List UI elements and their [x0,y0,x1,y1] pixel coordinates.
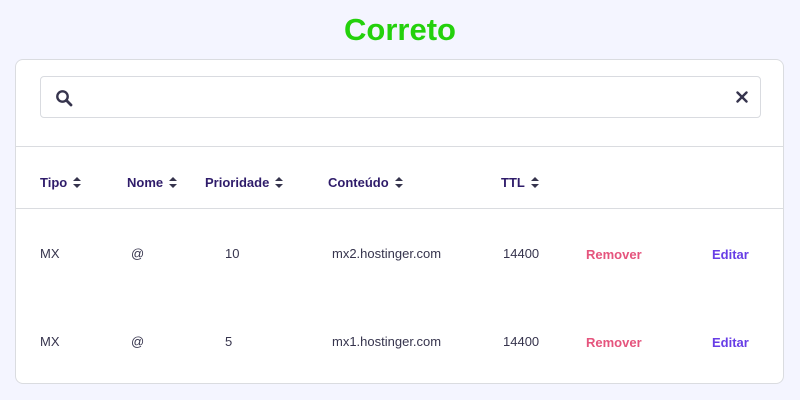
column-header-label: Tipo [40,175,68,190]
search-icon [56,90,73,107]
cell-content: mx1.hostinger.com [332,334,442,349]
cell-type: MX [40,334,60,349]
cell-type: MX [40,246,60,261]
sort-icon [530,177,539,188]
cell-priority: 10 [225,246,240,261]
search-box [40,76,761,118]
remove-button[interactable]: Remover [586,335,642,350]
column-header-tipo[interactable]: Tipo [40,175,82,190]
sort-icon [275,177,284,188]
sort-icon [73,177,82,188]
column-header-label: Nome [127,175,164,190]
column-header-label: Prioridade [205,175,270,190]
cell-priority: 5 [225,334,233,349]
dns-records-card: Tipo Nome Prioridade Conteúdo TTL MX @ 1… [15,59,784,384]
column-header-conteudo[interactable]: Conteúdo [328,175,403,190]
remove-button[interactable]: Remover [586,247,642,262]
sort-icon [169,177,178,188]
cell-name: @ [131,334,145,349]
divider [16,208,783,209]
page-title: Correto [344,12,456,47]
divider [16,146,783,147]
sort-icon [394,177,403,188]
column-header-label: TTL [501,175,525,190]
column-header-label: Conteúdo [328,175,389,190]
column-header-nome[interactable]: Nome [127,175,178,190]
cell-ttl: 14400 [503,246,540,261]
edit-button[interactable]: Editar [712,247,749,262]
column-header-prioridade[interactable]: Prioridade [205,175,284,190]
column-header-ttl[interactable]: TTL [501,175,539,190]
cell-name: @ [131,246,145,261]
close-icon[interactable] [736,91,748,103]
search-input[interactable] [85,83,719,113]
cell-ttl: 14400 [503,334,540,349]
edit-button[interactable]: Editar [712,335,749,350]
cell-content: mx2.hostinger.com [332,246,442,261]
